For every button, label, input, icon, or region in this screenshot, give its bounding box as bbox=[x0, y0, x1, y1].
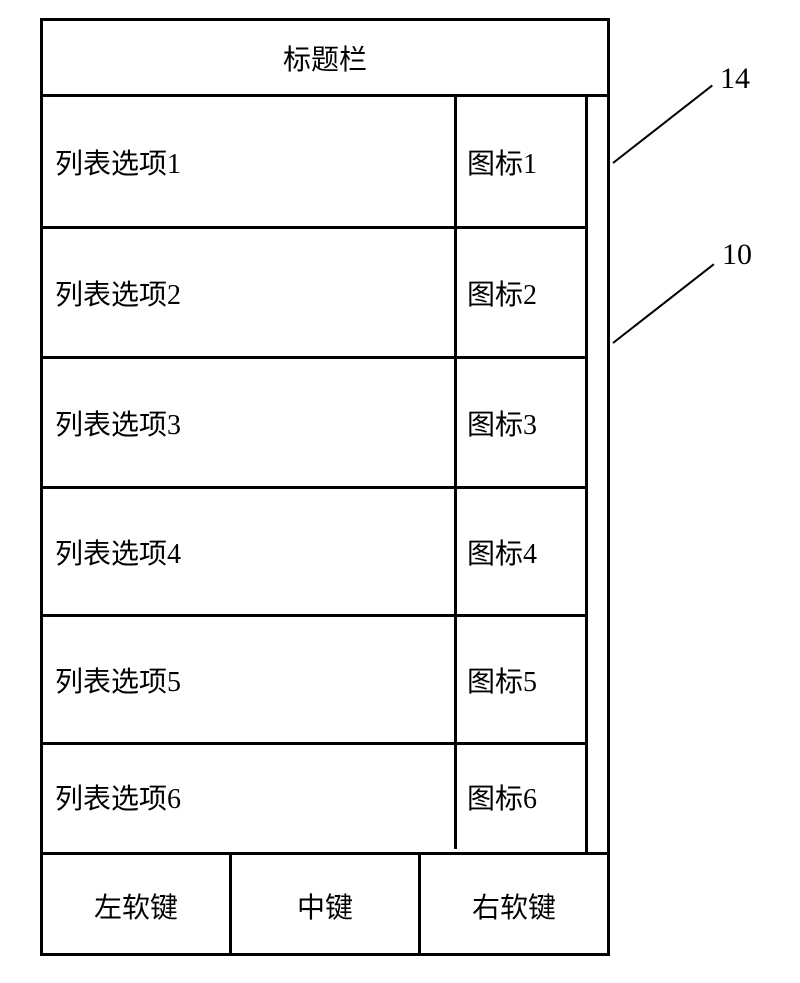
right-softkey[interactable]: 右软键 bbox=[418, 855, 607, 956]
scrollbar[interactable] bbox=[585, 97, 607, 852]
list-item-icon: 图标1 bbox=[457, 97, 585, 226]
list-item-icon: 图标3 bbox=[457, 359, 585, 486]
left-softkey[interactable]: 左软键 bbox=[43, 855, 229, 956]
list-item-label: 列表选项4 bbox=[43, 489, 457, 614]
list-item-icon: 图标6 bbox=[457, 745, 585, 849]
softkey-bar: 左软键 中键 右软键 bbox=[43, 852, 607, 956]
titlebar-text: 标题栏 bbox=[283, 38, 367, 78]
right-softkey-label: 右软键 bbox=[472, 886, 556, 926]
middle-key-label: 中键 bbox=[297, 886, 353, 926]
list-item-label: 列表选项6 bbox=[43, 745, 457, 849]
list-item[interactable]: 列表选项6 图标6 bbox=[43, 745, 585, 849]
list-item-label: 列表选项2 bbox=[43, 229, 457, 356]
list-item-label: 列表选项5 bbox=[43, 617, 457, 742]
annotation-10-leader bbox=[612, 263, 714, 343]
list-item[interactable]: 列表选项5 图标5 bbox=[43, 617, 585, 745]
titlebar: 标题栏 bbox=[43, 21, 607, 97]
list-item-icon: 图标2 bbox=[457, 229, 585, 356]
annotation-10: 10 bbox=[722, 238, 752, 272]
list-item[interactable]: 列表选项3 图标3 bbox=[43, 359, 585, 489]
list-item-label: 列表选项1 bbox=[43, 97, 457, 226]
middle-key[interactable]: 中键 bbox=[229, 855, 418, 956]
list-item[interactable]: 列表选项2 图标2 bbox=[43, 229, 585, 359]
annotation-14-leader bbox=[612, 85, 713, 164]
phone-frame: 标题栏 列表选项1 图标1 列表选项2 图标2 列表选项3 图标3 列表选项4 … bbox=[40, 18, 610, 956]
list-item[interactable]: 列表选项4 图标4 bbox=[43, 489, 585, 617]
list-area: 列表选项1 图标1 列表选项2 图标2 列表选项3 图标3 列表选项4 图标4 … bbox=[43, 97, 607, 852]
left-softkey-label: 左软键 bbox=[94, 886, 178, 926]
list-item-icon: 图标5 bbox=[457, 617, 585, 742]
annotation-14: 14 bbox=[720, 62, 750, 96]
list-item-label: 列表选项3 bbox=[43, 359, 457, 486]
list-item-icon: 图标4 bbox=[457, 489, 585, 614]
list-item[interactable]: 列表选项1 图标1 bbox=[43, 97, 585, 229]
